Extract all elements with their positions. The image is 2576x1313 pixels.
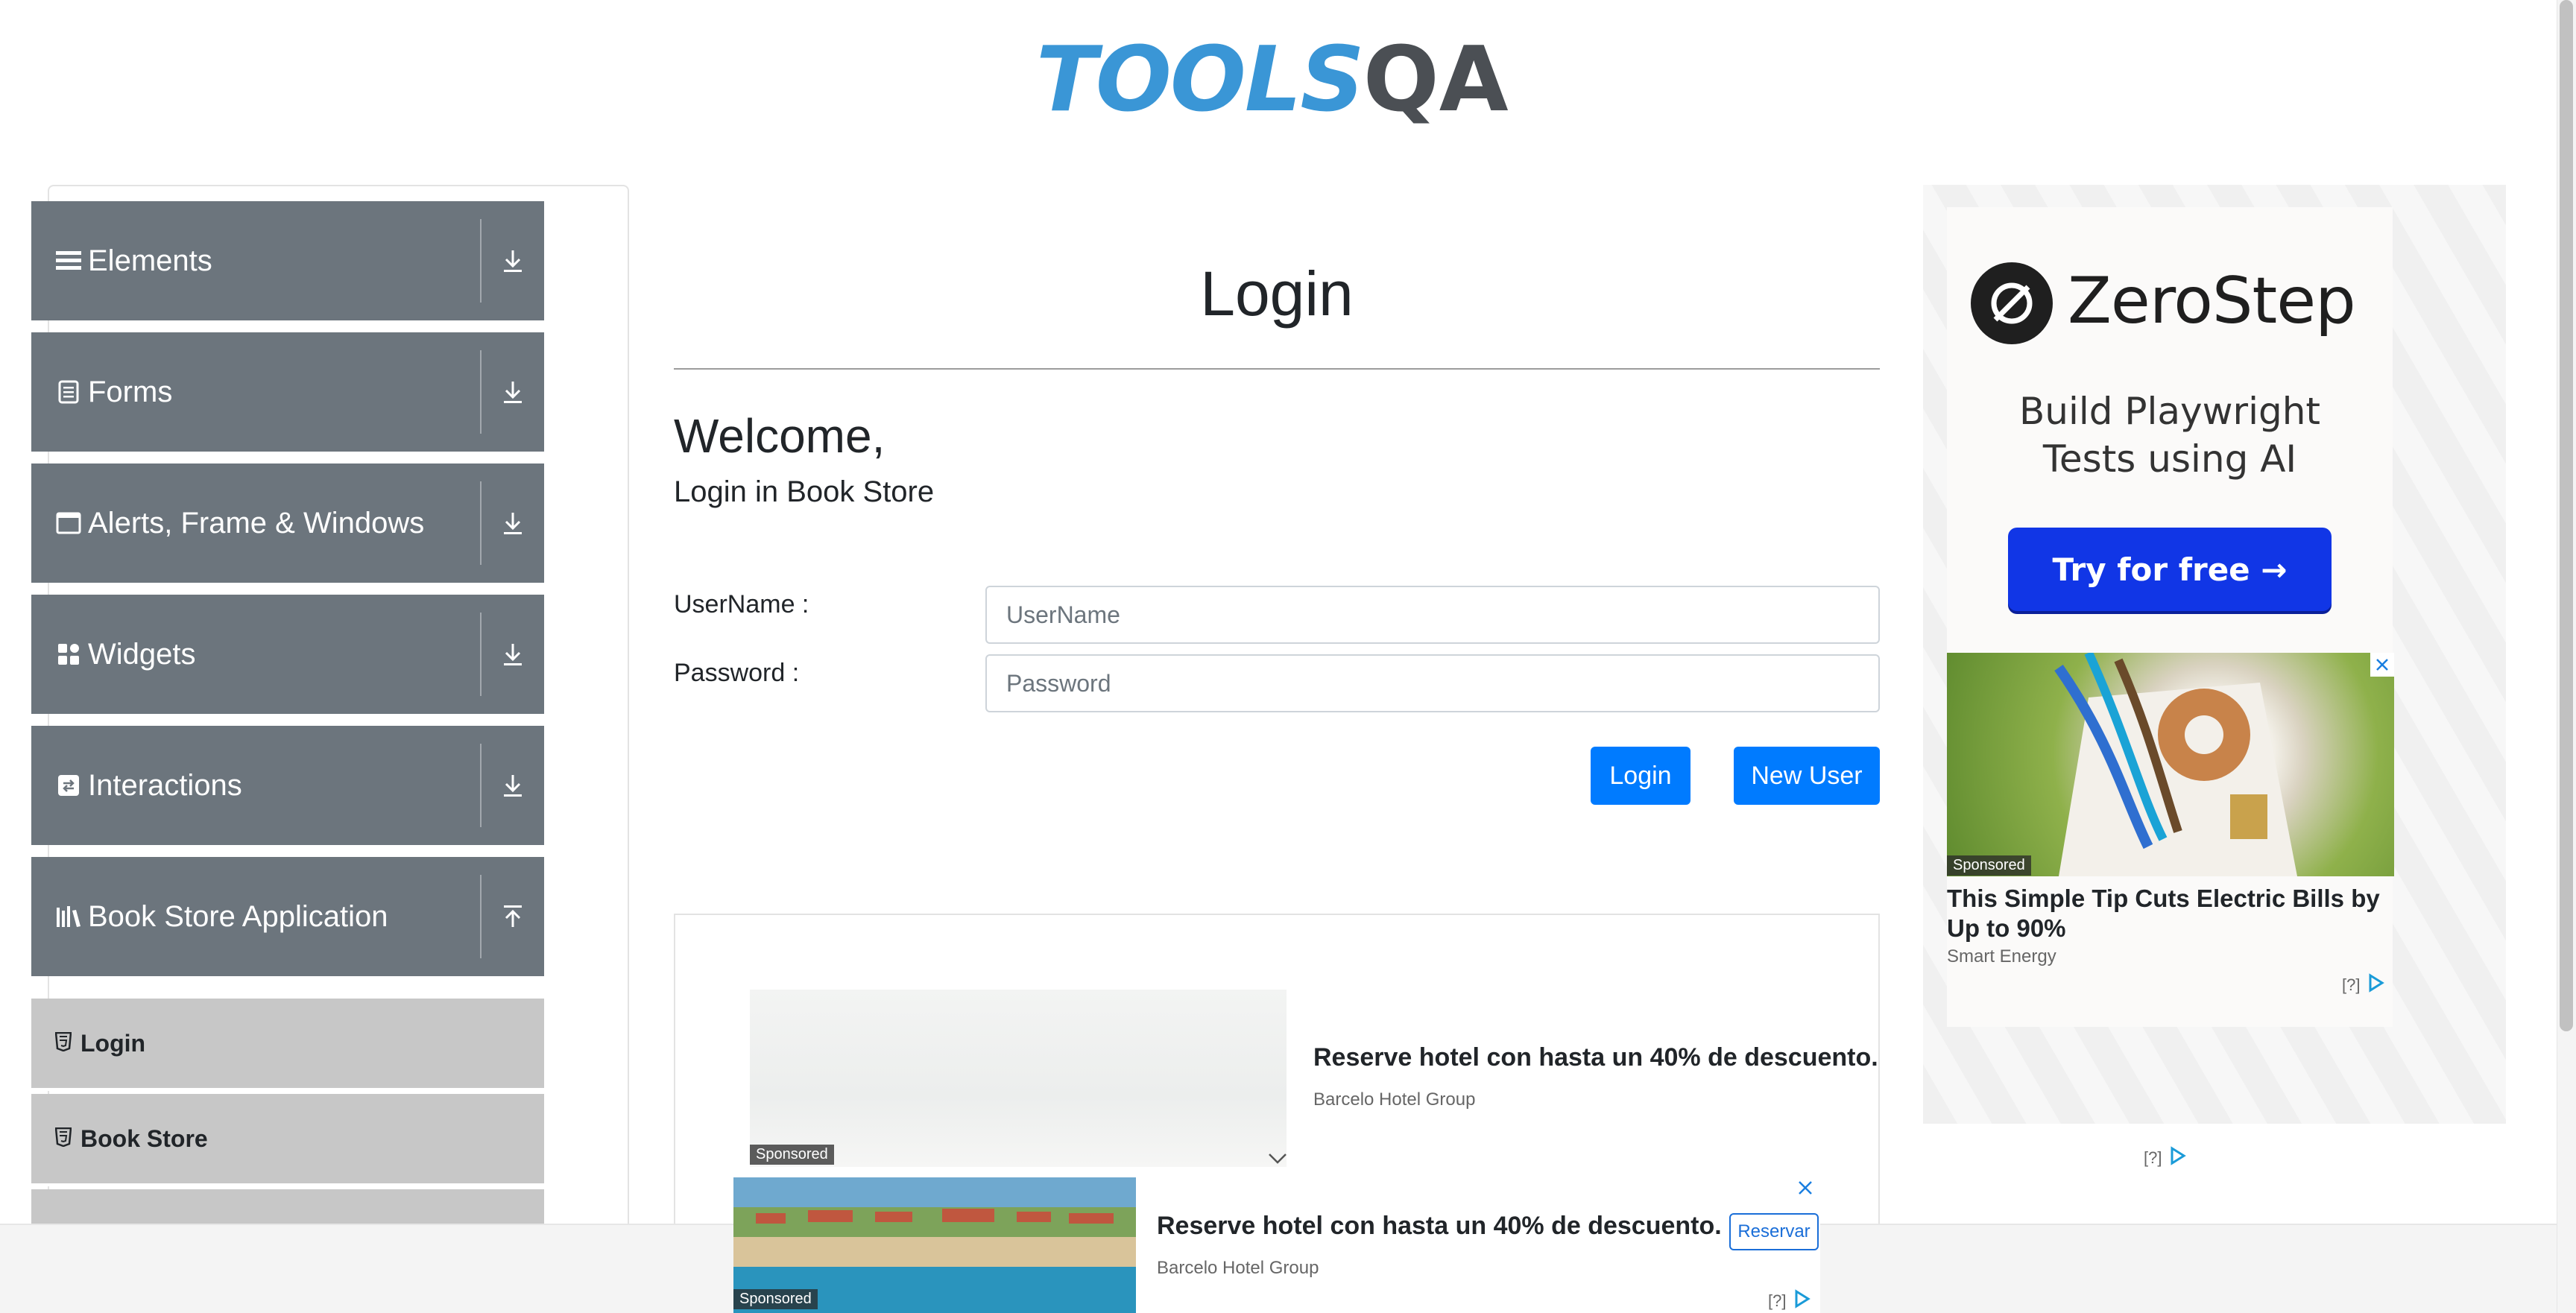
divider	[674, 368, 1880, 370]
widgets-grid-icon	[55, 641, 82, 668]
ad-brand: Barcelo Hotel Group	[1157, 1258, 1319, 1278]
sidebar-group-book-store-application[interactable]: Book Store Application	[31, 857, 544, 976]
try-for-free-button[interactable]: Try for free →	[2008, 528, 2332, 611]
sidebar-item-label: Login	[80, 1029, 146, 1057]
ad-brand: Barcelo Hotel Group	[1313, 1089, 1476, 1110]
logo-text-tools: TOOLS	[1036, 28, 1365, 132]
sidebar-group-label: Forms	[88, 375, 173, 408]
sidebar-item-login[interactable]: Login	[31, 999, 544, 1091]
sidebar-group-widgets[interactable]: Widgets	[31, 595, 544, 714]
sidebar-group-interactions[interactable]: Interactions	[31, 726, 544, 845]
username-input[interactable]	[985, 586, 1880, 644]
ad-title[interactable]: This Simple Tip Cuts Electric Bills by U…	[1947, 884, 2394, 943]
chevron-down-icon[interactable]	[1267, 1152, 1288, 1169]
login-button[interactable]: Login	[1591, 747, 1690, 805]
zerostep-brand[interactable]: ZeroStep	[2068, 264, 2356, 338]
sidebar-group-label: Alerts, Frame & Windows	[88, 506, 425, 540]
scrollbar-thumb[interactable]	[2560, 0, 2573, 1031]
sponsored-badge: Sponsored	[733, 1289, 818, 1309]
welcome-heading: Welcome,	[674, 409, 886, 463]
password-label: Password :	[674, 659, 800, 687]
expand-down-icon[interactable]	[482, 463, 544, 583]
expand-down-icon[interactable]	[482, 201, 544, 320]
ad-brand: Smart Energy	[1947, 946, 2056, 966]
ad-title[interactable]: Reserve hotel con hasta un 40% de descue…	[1313, 1043, 1878, 1072]
zerostep-logo-icon[interactable]	[1971, 262, 2053, 344]
adchoices[interactable]: [?]	[2144, 1146, 2187, 1170]
sidebar-group-forms[interactable]: Forms	[31, 332, 544, 452]
sidebar-group-label: Interactions	[88, 768, 242, 802]
expand-down-icon[interactable]	[482, 332, 544, 452]
adchoices-icon	[1792, 1289, 1811, 1313]
ad-title[interactable]: Reserve hotel con hasta un 40% de descue…	[1157, 1212, 1722, 1241]
username-label: UserName :	[674, 590, 809, 618]
adchoices-label: [?]	[2144, 1148, 2162, 1167]
expand-down-icon[interactable]	[482, 595, 544, 714]
sidebar-group-elements[interactable]: Elements	[31, 201, 544, 320]
sidebar-group-alerts-frame-windows[interactable]: Alerts, Frame & Windows	[31, 463, 544, 583]
window-icon	[55, 510, 82, 537]
adchoices[interactable]: [?]	[2342, 973, 2385, 997]
sidebar-item-label: Book Store	[80, 1124, 208, 1152]
expand-down-icon[interactable]	[482, 726, 544, 845]
tagline-line: Build Playwright	[2018, 390, 2321, 433]
menu-lines-icon	[55, 247, 82, 274]
ad-image[interactable]	[1947, 653, 2394, 876]
login-subtitle: Login in Book Store	[674, 475, 935, 508]
adchoices-label: [?]	[1768, 1291, 1787, 1310]
sidebar-group-label: Widgets	[88, 637, 196, 671]
sponsored-badge: Sponsored	[750, 1145, 834, 1165]
adchoices-label: [?]	[2342, 975, 2361, 994]
sidebar-group-label: Book Store Application	[88, 899, 388, 933]
document-icon	[55, 379, 82, 405]
password-input[interactable]	[985, 654, 1880, 712]
close-icon[interactable]	[2370, 653, 2394, 677]
close-icon[interactable]	[1796, 1179, 1814, 1200]
sidebar-item-book-store[interactable]: Book Store	[31, 1094, 544, 1186]
sponsored-badge: Sponsored	[1947, 855, 2031, 876]
ad-image[interactable]	[750, 990, 1287, 1167]
adchoices-icon	[2366, 973, 2385, 997]
interactions-icon	[55, 772, 82, 799]
html5-icon	[54, 1127, 72, 1151]
new-user-button[interactable]: New User	[1734, 747, 1880, 805]
adchoices-icon	[2168, 1146, 2187, 1170]
sidebar-group-label: Elements	[88, 244, 212, 277]
html5-icon	[54, 1031, 72, 1055]
page-title: Login	[1200, 259, 1354, 329]
toolsqa-logo[interactable]: TOOLS QA	[1036, 21, 1521, 140]
zerostep-tagline: Build Playwright Tests using AI	[1947, 387, 2393, 483]
logo-text-qa: QA	[1363, 28, 1509, 132]
adchoices[interactable]: [?]	[1768, 1289, 1811, 1313]
books-icon	[55, 903, 82, 930]
reservar-button[interactable]: Reservar	[1729, 1213, 1819, 1250]
collapse-up-icon[interactable]	[482, 857, 544, 976]
tagline-line: Tests using AI	[2042, 437, 2297, 481]
